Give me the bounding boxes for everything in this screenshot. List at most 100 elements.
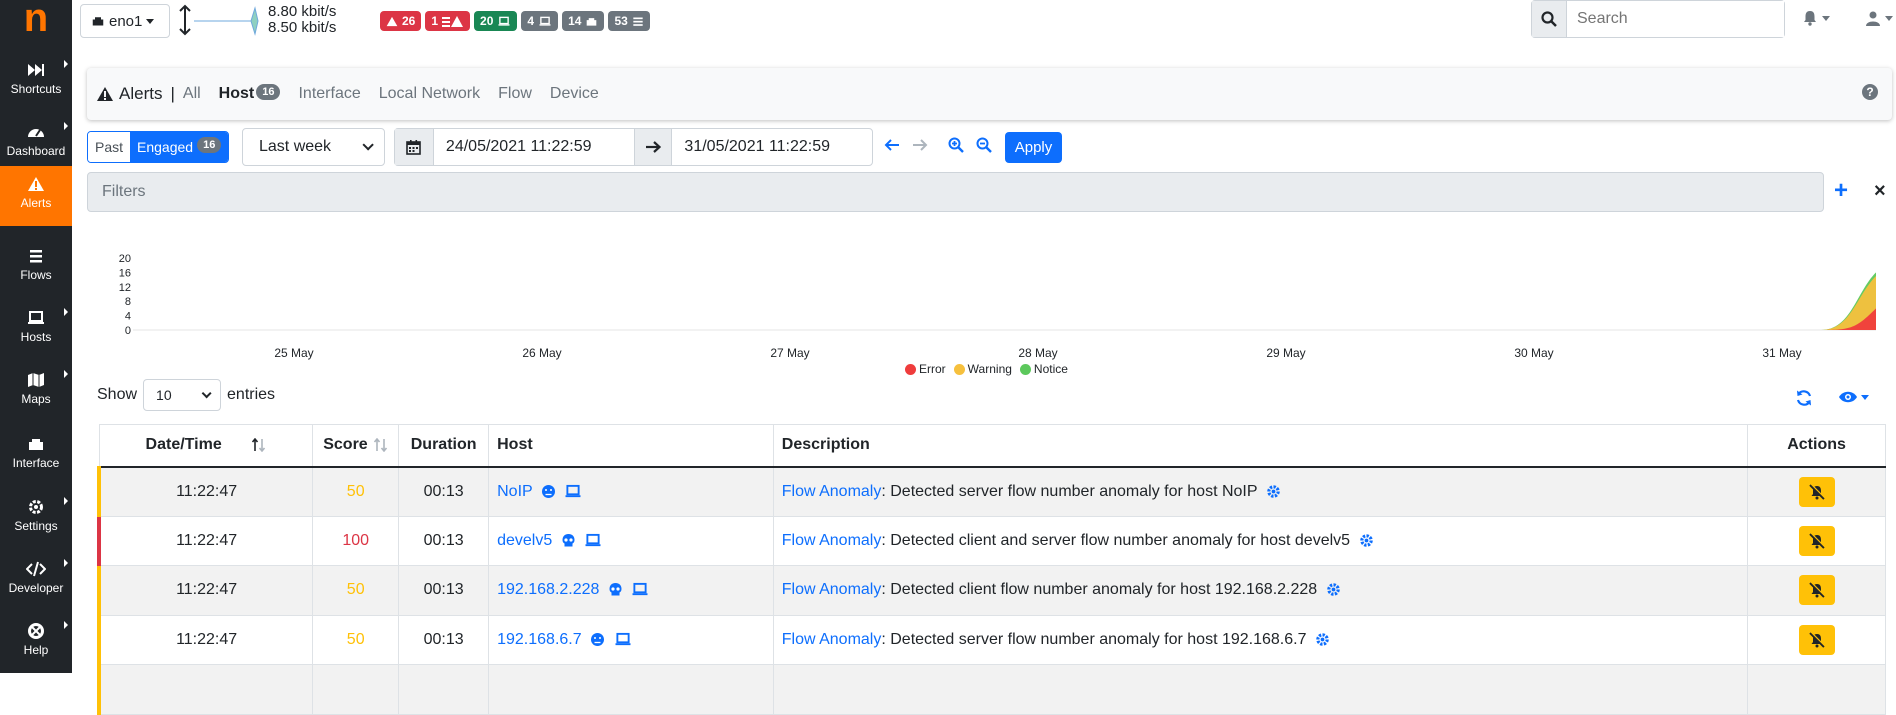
up-down-arrow-icon — [179, 4, 191, 36]
cell-host: develv5 — [488, 515, 774, 566]
laptop-icon — [632, 583, 648, 596]
page-size-select[interactable]: 10 — [143, 379, 222, 411]
gear-icon[interactable] — [1315, 632, 1330, 647]
host-link[interactable]: 192.168.2.228 — [497, 581, 599, 598]
column-header-score[interactable]: Score — [312, 424, 400, 468]
alert-type-link[interactable]: Flow Anomaly — [782, 631, 882, 648]
cell-description: Flow Anomaly: Detected server flow numbe… — [772, 466, 1749, 517]
gear-icon[interactable] — [1266, 484, 1281, 499]
sidebar-item-hosts[interactable]: Hosts — [0, 300, 72, 362]
alerts-badge[interactable]: 26 — [380, 11, 422, 31]
tab-device[interactable]: Device — [550, 85, 599, 103]
tab-interface[interactable]: Interface — [298, 85, 360, 103]
gear-icon[interactable] — [1326, 582, 1341, 597]
alert-triangle-icon — [28, 177, 44, 191]
alert-triangle-icon — [386, 16, 398, 26]
cell-duration: 00:13 — [398, 565, 490, 616]
search-input[interactable] — [1567, 1, 1784, 37]
chart-legend: Error Warning Notice — [905, 362, 1068, 376]
legend-item-notice[interactable]: Notice — [1019, 362, 1068, 376]
zoom-in-icon[interactable] — [948, 137, 964, 153]
engaged-button[interactable]: Engaged 16 — [130, 132, 229, 162]
host-count-badge: 16 — [256, 84, 281, 100]
remote-hosts-badge[interactable]: 4 — [521, 11, 559, 31]
filters-bar[interactable]: Filters — [87, 172, 1824, 212]
cell-datetime: 11:22:47 — [97, 614, 314, 665]
column-header-description[interactable]: Description — [772, 424, 1749, 468]
acknowledge-button[interactable] — [1798, 575, 1835, 606]
host-link[interactable]: develv5 — [497, 532, 552, 549]
acknowledge-button[interactable] — [1798, 525, 1835, 556]
zoom-out-icon[interactable] — [976, 137, 992, 153]
interface-select[interactable]: eno1 — [80, 4, 170, 38]
alert-type-link[interactable]: Flow Anomaly — [782, 483, 882, 500]
legend-item-error[interactable]: Error — [905, 362, 946, 376]
notifications-menu[interactable] — [1802, 10, 1830, 26]
gauge-icon — [28, 129, 44, 137]
arrow-left-icon[interactable] — [884, 138, 900, 152]
flows-badge[interactable]: 53 — [608, 11, 650, 31]
column-header-datetime[interactable]: Date/Time — [98, 424, 314, 468]
sidebar-item-shortcuts[interactable]: Shortcuts — [0, 52, 72, 114]
local-hosts-badge[interactable]: 20 — [474, 11, 518, 31]
status-badges: 26 1 20 4 14 53 — [380, 11, 650, 31]
refresh-icon[interactable] — [1795, 389, 1813, 412]
legend-swatch — [953, 363, 965, 375]
legend-item-warning[interactable]: Warning — [953, 362, 1012, 376]
devices-badge[interactable]: 14 — [562, 11, 605, 31]
past-button[interactable]: Past — [88, 132, 131, 162]
tab-flow[interactable]: Flow — [498, 85, 532, 103]
sidebar-item-flows[interactable]: Flows — [0, 238, 72, 300]
acknowledge-button[interactable] — [1798, 624, 1835, 655]
date-from-input[interactable]: 24/05/2021 11:22:59 — [434, 129, 634, 165]
tab-all[interactable]: All — [183, 85, 201, 103]
alert-type-link[interactable]: Flow Anomaly — [782, 581, 882, 598]
date-range: 24/05/2021 11:22:59 31/05/2021 11:22:59 — [394, 128, 873, 166]
alert-type-link[interactable]: Flow Anomaly — [782, 532, 882, 549]
cell-description: Flow Anomaly: Detected server flow numbe… — [772, 614, 1749, 665]
column-visibility-menu[interactable] — [1838, 390, 1869, 404]
search-icon[interactable] — [1532, 1, 1567, 37]
sidebar-item-label: Developer — [8, 581, 64, 595]
user-icon — [1866, 11, 1880, 26]
sidebar-item-developer[interactable]: Developer — [0, 551, 72, 613]
add-filter-icon[interactable]: + — [1834, 179, 1848, 203]
date-to-input[interactable]: 31/05/2021 11:22:59 — [672, 129, 872, 165]
close-icon[interactable]: × — [1874, 180, 1886, 202]
time-navigation — [884, 137, 992, 153]
calendar-icon[interactable] — [395, 129, 434, 165]
column-header-host[interactable]: Host — [488, 424, 774, 468]
cell-score: 100 — [312, 515, 400, 566]
ethernet-icon — [92, 17, 104, 26]
engaged-alerts-badge[interactable]: 1 — [425, 11, 471, 31]
sidebar-item-maps[interactable]: Maps — [0, 362, 72, 424]
sidebar-item-settings[interactable]: Settings — [0, 489, 72, 551]
table-row — [97, 664, 1886, 715]
period-select[interactable]: Last week — [242, 128, 385, 166]
host-link[interactable]: 192.168.6.7 — [497, 631, 582, 648]
ntop-logo[interactable]: n — [0, 0, 72, 44]
help-icon[interactable]: ? — [1862, 84, 1878, 100]
cell-duration: 00:13 — [398, 515, 490, 566]
sidebar-item-label: Dashboard — [6, 144, 66, 158]
cell-score: 50 — [312, 466, 400, 517]
cell-actions — [1747, 515, 1886, 566]
gear-icon[interactable] — [1359, 533, 1374, 548]
map-icon — [28, 373, 44, 387]
tab-local-network[interactable]: Local Network — [379, 85, 480, 103]
host-link[interactable]: NoIP — [497, 483, 532, 500]
tab-host[interactable]: Host 16 — [219, 84, 281, 103]
sidebar-item-help[interactable]: Help — [0, 613, 72, 675]
sidebar-item-alerts[interactable]: Alerts — [0, 166, 72, 226]
interface-name: eno1 — [109, 12, 143, 30]
acknowledge-button[interactable] — [1798, 476, 1835, 507]
apply-button[interactable]: Apply — [1005, 132, 1062, 163]
sidebar-item-interface[interactable]: Interface — [0, 426, 72, 488]
column-header-duration[interactable]: Duration — [398, 424, 490, 468]
cell-host: 192.168.2.228 — [488, 565, 774, 616]
caret-right-icon — [64, 621, 68, 629]
cell-datetime — [97, 664, 314, 715]
stream-icon — [633, 17, 643, 26]
user-menu[interactable] — [1865, 10, 1893, 26]
arrow-right-icon[interactable] — [912, 138, 928, 152]
